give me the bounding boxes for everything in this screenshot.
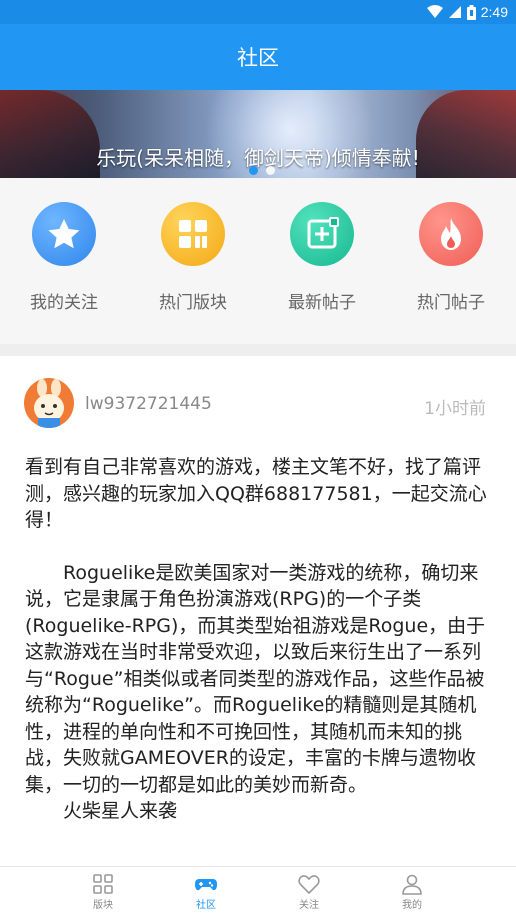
quick-item-my-follow[interactable]: 我的关注 [14,202,114,322]
nav-label: 我的 [402,900,422,911]
bottom-nav: 版块 社区 关注 我的 [0,866,516,916]
nav-label: 社区 [196,900,216,911]
nav-label: 关注 [299,900,319,911]
quick-item-hot-posts[interactable]: 热门帖子 [401,202,501,322]
blocks-icon [93,874,113,894]
star-icon [32,202,96,266]
carousel-dot[interactable] [266,166,275,175]
post-paragraph: 火柴星人来袭 [63,800,178,822]
person-icon [402,874,422,895]
fire-icon [419,202,483,266]
app-bar: 社区 [0,24,516,90]
quick-item-label: 我的关注 [30,293,98,313]
banner-carousel[interactable]: 乐玩(呆呆相随，御剑天帝)倾情奉献! [0,90,516,178]
quick-item-label: 热门帖子 [417,293,485,313]
quick-menu: 我的关注 热门版块 最新帖子 热门帖子 [0,178,516,344]
signal-icon [448,6,461,18]
status-bar: 2:49 [0,0,516,24]
status-icons: 2:49 [426,3,508,21]
heart-icon [298,875,320,895]
post-time: 1小时前 [424,399,486,419]
gamepad-icon [195,879,217,891]
avatar[interactable] [24,378,74,428]
nav-item-community[interactable]: 社区 [166,873,246,915]
quick-item-hot-sections[interactable]: 热门版块 [143,202,243,322]
status-time: 2:49 [480,4,508,20]
battery-icon [466,4,476,20]
nav-item-blocks[interactable]: 版块 [63,873,143,915]
grid-icon [161,202,225,266]
carousel-dot-active[interactable] [249,166,258,175]
quick-item-new-posts[interactable]: 最新帖子 [272,202,372,322]
quick-item-label: 最新帖子 [288,293,356,313]
post-card[interactable]: lw9372721445 1小时前 看到有自己非常喜欢的游戏，楼主文笔不好，找了… [0,356,516,866]
post-paragraph: Roguelike是欧美国家对一类游戏的统称，确切来说，它是隶属于角色扮演游戏(… [25,561,486,796]
section-divider [0,344,516,356]
post-username[interactable]: lw9372721445 [85,394,212,414]
page-title: 社区 [237,46,279,70]
post-content[interactable]: 看到有自己非常喜欢的游戏，楼主文笔不好，找了篇评测，感兴趣的玩家加入QQ群688… [25,454,495,825]
wifi-icon [426,5,443,18]
nav-label: 版块 [93,900,113,911]
quick-item-label: 热门版块 [159,293,227,313]
nav-item-follow[interactable]: 关注 [269,873,349,915]
post-paragraph: 看到有自己非常喜欢的游戏，楼主文笔不好，找了篇评测，感兴趣的玩家加入QQ群688… [25,456,487,531]
banner-caption: 乐玩(呆呆相随，御剑天帝)倾情奉献! [96,146,420,170]
new-post-icon [290,202,354,266]
nav-item-mine[interactable]: 我的 [372,873,452,915]
